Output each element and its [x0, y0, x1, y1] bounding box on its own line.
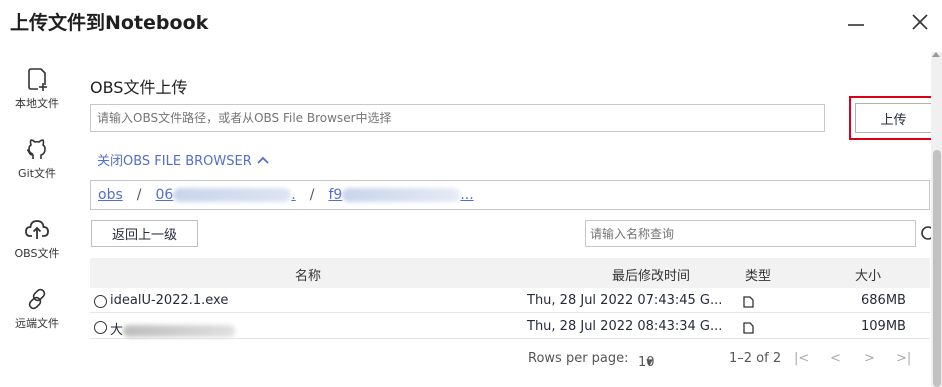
- page-range: 1–2 of 2: [729, 351, 782, 366]
- file-icon: [743, 296, 754, 308]
- row-radio[interactable]: [94, 321, 107, 334]
- dialog-header: 上传文件到Notebook: [0, 0, 942, 44]
- chevron-up-icon: [257, 156, 269, 164]
- column-header-modified[interactable]: 最后修改时间: [612, 265, 690, 284]
- back-button[interactable]: 返回上一级: [91, 220, 198, 247]
- file-size: 686MB: [861, 293, 906, 308]
- breadcrumb-bucket[interactable]: 06.: [155, 187, 295, 203]
- redacted-text: [123, 324, 236, 337]
- local-file-icon: [28, 68, 47, 91]
- file-modified: Thu, 28 Jul 2022 08:43:34 G...: [527, 319, 723, 334]
- caret-down-icon: ▾: [646, 355, 653, 370]
- sidebar-item-remote-file[interactable]: 远端文件: [0, 286, 74, 346]
- first-page-icon[interactable]: |<: [794, 351, 809, 366]
- rows-per-page-select[interactable]: 10 ▾: [638, 351, 655, 370]
- obs-breadcrumb: obs / 06. / f9...: [90, 180, 930, 210]
- toggle-link-label: 关闭OBS FILE BROWSER: [97, 154, 252, 169]
- sidebar-item-label: Git文件: [18, 167, 56, 180]
- redacted-text: [342, 188, 461, 202]
- rows-per-page-label: Rows per page:: [528, 351, 629, 366]
- sidebar-item-label: 本地文件: [15, 97, 59, 110]
- last-page-icon[interactable]: >|: [896, 351, 911, 366]
- link-icon: [28, 288, 46, 310]
- redacted-text: [173, 188, 292, 202]
- file-name: 大: [110, 319, 236, 338]
- breadcrumb-separator: /: [309, 187, 315, 203]
- next-page-icon[interactable]: >: [864, 351, 875, 366]
- obs-path-input[interactable]: [90, 104, 825, 132]
- obs-upload-panel: OBS文件上传 上传 关闭OBS FILE BROWSER obs / 06. …: [78, 44, 942, 387]
- breadcrumb-bucket-suffix: .: [291, 187, 296, 203]
- dialog-title: 上传文件到Notebook: [10, 12, 209, 34]
- column-header-name[interactable]: 名称: [295, 265, 321, 284]
- close-button[interactable]: [904, 6, 936, 38]
- github-icon: [26, 139, 46, 159]
- file-table-header: 名称 最后修改时间 类型 大小: [90, 258, 930, 288]
- prev-page-icon[interactable]: <: [830, 351, 841, 366]
- scrollbar-thumb[interactable]: [933, 150, 941, 387]
- breadcrumb-folder-suffix: ...: [460, 187, 474, 203]
- cloud-upload-icon: [25, 220, 49, 239]
- sidebar-item-label: OBS文件: [14, 247, 60, 260]
- table-row[interactable]: 大 Thu, 28 Jul 2022 08:43:34 G... 109MB: [90, 316, 930, 339]
- breadcrumb-bucket-label: 06: [155, 187, 174, 203]
- file-name: idealU-2022.1.exe: [110, 293, 229, 308]
- breadcrumb-separator: /: [136, 187, 142, 203]
- close-obs-browser-link[interactable]: 关闭OBS FILE BROWSER: [97, 150, 270, 169]
- file-name-text: 大: [110, 323, 124, 338]
- file-icon: [743, 322, 754, 334]
- pagination: Rows per page: 10 ▾ 1–2 of 2 |< < > >|: [78, 347, 942, 371]
- column-header-size[interactable]: 大小: [855, 265, 881, 284]
- scroll-up-icon[interactable]: [932, 52, 940, 57]
- close-icon: [912, 14, 928, 30]
- upload-button[interactable]: 上传: [855, 103, 932, 133]
- column-header-type[interactable]: 类型: [745, 265, 771, 284]
- sidebar-item-local-file[interactable]: 本地文件: [0, 66, 74, 126]
- breadcrumb-folder[interactable]: f9...: [328, 187, 473, 203]
- row-radio[interactable]: [94, 295, 107, 308]
- minimize-button[interactable]: [840, 6, 872, 38]
- sidebar-item-git-file[interactable]: Git文件: [0, 136, 74, 196]
- breadcrumb-root[interactable]: obs: [98, 187, 123, 203]
- name-search-input[interactable]: [585, 220, 916, 247]
- sidebar-item-obs-file[interactable]: OBS文件: [0, 216, 74, 276]
- breadcrumb-folder-label: f9: [328, 187, 343, 203]
- minimize-icon: [848, 24, 864, 26]
- sidebar-item-label: 远端文件: [15, 317, 59, 330]
- file-size: 109MB: [861, 319, 906, 334]
- table-row[interactable]: idealU-2022.1.exe Thu, 28 Jul 2022 07:43…: [90, 290, 930, 313]
- panel-title: OBS文件上传: [90, 78, 188, 97]
- file-modified: Thu, 28 Jul 2022 07:43:45 G...: [527, 293, 723, 308]
